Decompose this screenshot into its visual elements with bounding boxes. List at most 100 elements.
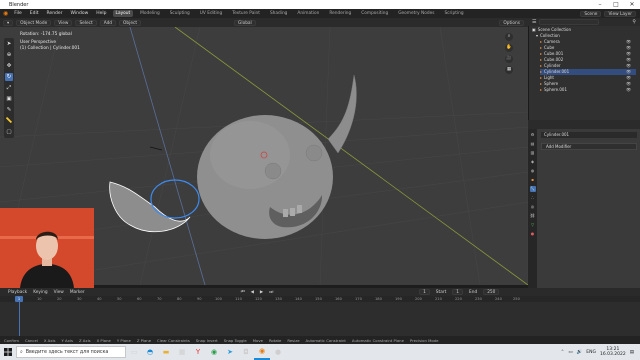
measure-tool-icon[interactable]: 📏 bbox=[5, 117, 13, 125]
playhead[interactable] bbox=[19, 296, 20, 336]
tab-shading[interactable]: Shading bbox=[267, 10, 290, 17]
camera-app-icon[interactable]: ◘ bbox=[238, 344, 254, 360]
current-frame-field[interactable]: 1 bbox=[419, 289, 430, 295]
notification-icon[interactable]: ▤ bbox=[630, 350, 634, 355]
add-modifier-button[interactable]: Add Modifier bbox=[541, 143, 637, 150]
select-menu[interactable]: Select bbox=[75, 19, 97, 26]
taskbar-search-input[interactable]: ⌕ Введите здесь текст для поиска bbox=[16, 346, 126, 358]
tab-layout[interactable]: Layout bbox=[112, 10, 134, 17]
tab-uv-editing[interactable]: UV Editing bbox=[197, 10, 225, 17]
tab-modeling[interactable]: Modeling bbox=[137, 10, 163, 17]
explorer-icon[interactable]: ▬ bbox=[158, 344, 174, 360]
world-tab-icon[interactable]: ◍ bbox=[530, 168, 536, 174]
filter-icon[interactable]: ⚲ bbox=[632, 19, 636, 25]
menu-file[interactable]: File bbox=[12, 11, 24, 16]
blender-logo-icon[interactable]: ◉ bbox=[3, 10, 8, 17]
jump-end-icon[interactable]: ⏭ bbox=[269, 290, 273, 295]
maximize-icon[interactable]: □ bbox=[608, 1, 624, 8]
tool-tab-icon[interactable]: ⚙ bbox=[530, 132, 536, 138]
annotate-tool-icon[interactable]: ✎ bbox=[5, 106, 13, 114]
outliner-item-cylinder-001[interactable]: ▸ Cylinder.001 bbox=[540, 69, 636, 75]
scene-selector[interactable]: Scene bbox=[580, 10, 602, 17]
zoom-icon[interactable]: ⌕ bbox=[505, 33, 513, 41]
obs-icon[interactable]: ● bbox=[270, 344, 286, 360]
tray-chevron-icon[interactable]: ⌃ bbox=[561, 350, 565, 355]
object-tab-icon[interactable]: ▪ bbox=[530, 177, 536, 183]
jump-start-icon[interactable]: ⏮ bbox=[241, 290, 245, 295]
camera-view-icon[interactable]: 🎥 bbox=[505, 55, 513, 63]
editor-type-button[interactable]: ▾ bbox=[3, 19, 14, 26]
yandex-icon[interactable]: Y bbox=[190, 344, 206, 360]
volume-icon[interactable]: 🔊 bbox=[577, 350, 583, 355]
outliner-search-input[interactable] bbox=[539, 19, 600, 25]
menu-window[interactable]: Window bbox=[69, 11, 91, 16]
timeline-keying-menu[interactable]: Keying bbox=[33, 290, 47, 295]
rotate-tool-icon[interactable]: ↻ bbox=[5, 73, 13, 81]
telegram-icon[interactable]: ➤ bbox=[222, 344, 238, 360]
start-frame-field[interactable]: 1 bbox=[452, 289, 464, 295]
view-layer-selector[interactable]: View Layer bbox=[604, 10, 636, 17]
physics-tab-icon[interactable]: ◎ bbox=[530, 204, 536, 210]
object-menu[interactable]: Object bbox=[119, 19, 142, 26]
clock[interactable]: 13:21 16.03.2022 bbox=[600, 347, 626, 357]
scene-tab-icon[interactable]: ◈ bbox=[530, 159, 536, 165]
data-tab-icon[interactable]: ▽ bbox=[530, 222, 536, 228]
visibility-eye-icon[interactable]: 👁 bbox=[626, 75, 631, 80]
timeline-view-menu[interactable]: View bbox=[54, 290, 64, 295]
play-reverse-icon[interactable]: ◀ bbox=[251, 290, 254, 295]
cursor3d-tool-icon[interactable]: ⊕ bbox=[5, 51, 13, 59]
edge-icon[interactable]: ◓ bbox=[142, 344, 158, 360]
scale-tool-icon[interactable]: ⤢ bbox=[5, 84, 13, 92]
task-view-icon[interactable]: ▭ bbox=[126, 344, 142, 360]
network-icon[interactable]: ▭ bbox=[568, 350, 572, 355]
tab-sculpting[interactable]: Sculpting bbox=[167, 10, 193, 17]
visibility-eye-icon[interactable]: 👁 bbox=[626, 81, 631, 86]
chrome-icon[interactable]: ◉ bbox=[206, 344, 222, 360]
tab-texture-paint[interactable]: Texture Paint bbox=[229, 10, 263, 17]
close-icon[interactable]: ✕ bbox=[624, 1, 640, 8]
cursor-tool-icon[interactable]: ➤ bbox=[5, 40, 13, 48]
add-cube-tool-icon[interactable]: ▢ bbox=[5, 128, 13, 136]
outliner-item-sphere-001[interactable]: ▸ Sphere.001 bbox=[540, 87, 567, 93]
move-tool-icon[interactable]: ✥ bbox=[5, 62, 13, 70]
material-tab-icon[interactable]: ● bbox=[530, 231, 536, 237]
tab-animation[interactable]: Animation bbox=[294, 10, 322, 17]
view-menu[interactable]: View bbox=[54, 19, 73, 26]
mode-selector[interactable]: Object Mode bbox=[16, 19, 52, 26]
tab-compositing[interactable]: Compositing bbox=[358, 10, 391, 17]
timeline-playback-menu[interactable]: Playback bbox=[8, 290, 27, 295]
visibility-eye-icon[interactable]: 👁 bbox=[626, 87, 631, 92]
visibility-eye-icon[interactable]: 👁 bbox=[626, 51, 631, 56]
render-tab-icon[interactable]: ▤ bbox=[530, 141, 536, 147]
play-icon[interactable]: ▶ bbox=[260, 290, 263, 295]
outliner-type-icon[interactable]: ☰ bbox=[532, 19, 536, 25]
menu-render[interactable]: Render bbox=[45, 11, 65, 16]
store-icon[interactable]: ▦ bbox=[174, 344, 190, 360]
timeline-body[interactable] bbox=[0, 302, 640, 336]
visibility-eye-icon[interactable]: 👁 bbox=[626, 45, 631, 50]
output-tab-icon[interactable]: ▥ bbox=[530, 150, 536, 156]
constraints-tab-icon[interactable]: ⛓ bbox=[530, 213, 536, 219]
visibility-eye-icon[interactable]: 👁 bbox=[626, 57, 631, 62]
menu-edit[interactable]: Edit bbox=[28, 11, 41, 16]
add-menu[interactable]: Add bbox=[99, 19, 117, 26]
playhead-frame-label[interactable]: 1 bbox=[15, 296, 23, 302]
visibility-eye-icon[interactable]: 👁 bbox=[626, 69, 631, 74]
particles-tab-icon[interactable]: ∴ bbox=[530, 195, 536, 201]
end-frame-field[interactable]: 250 bbox=[483, 289, 500, 295]
visibility-eye-icon[interactable]: 👁 bbox=[626, 63, 631, 68]
object-name-field[interactable]: Cylinder.001 bbox=[541, 132, 637, 138]
menu-help[interactable]: Help bbox=[94, 11, 108, 16]
blender-app-icon[interactable]: ◉ bbox=[254, 344, 270, 360]
modifier-wrench-icon[interactable]: 🔧 bbox=[529, 186, 536, 192]
tab-geometry-nodes[interactable]: Geometry Nodes bbox=[395, 10, 437, 17]
tab-scripting[interactable]: Scripting bbox=[441, 10, 466, 17]
visibility-eye-icon[interactable]: 👁 bbox=[626, 39, 631, 44]
tab-rendering[interactable]: Rendering bbox=[326, 10, 354, 17]
orientation-selector[interactable]: Global bbox=[234, 19, 256, 26]
transform-tool-icon[interactable]: ▣ bbox=[5, 95, 13, 103]
grid-toggle-icon[interactable]: ▦ bbox=[505, 66, 513, 74]
pan-hand-icon[interactable]: ✋ bbox=[505, 44, 513, 52]
timeline-marker-menu[interactable]: Marker bbox=[70, 290, 85, 295]
options-menu[interactable]: Options bbox=[499, 19, 524, 26]
